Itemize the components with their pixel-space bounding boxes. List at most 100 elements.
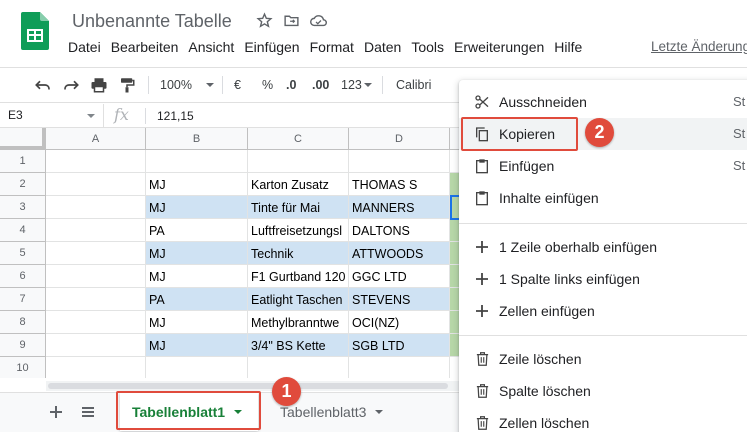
- percent-button[interactable]: %: [262, 68, 273, 102]
- menu-item-einfuegen[interactable]: Einfügen St: [459, 150, 747, 182]
- grid-cell[interactable]: [46, 288, 146, 311]
- redo-icon[interactable]: [62, 68, 80, 102]
- scrollbar-thumb[interactable]: [48, 383, 448, 389]
- menu-datei[interactable]: Datei: [64, 39, 105, 55]
- zoom-select[interactable]: 100%: [160, 68, 214, 102]
- menu-ansicht[interactable]: Ansicht: [184, 39, 238, 55]
- grid-cell[interactable]: GGC LTD: [349, 265, 450, 288]
- row-header[interactable]: 5: [0, 242, 46, 265]
- grid-cell[interactable]: PA: [146, 288, 248, 311]
- column-header[interactable]: B: [146, 128, 248, 150]
- row-header[interactable]: 3: [0, 196, 46, 219]
- menu-hilfe[interactable]: Hilfe: [550, 39, 586, 55]
- all-sheets-button[interactable]: [77, 401, 99, 423]
- row-header[interactable]: 2: [0, 173, 46, 196]
- name-box[interactable]: E3: [0, 104, 104, 127]
- formula-input[interactable]: 121,15: [157, 109, 194, 123]
- menu-item-delete-row[interactable]: Zeile löschen: [459, 343, 747, 375]
- sheet-tab-active[interactable]: Tabellenblatt1: [120, 393, 258, 431]
- menu-item-insert-column-left[interactable]: 1 Spalte links einfügen: [459, 263, 747, 295]
- add-sheet-button[interactable]: [45, 401, 67, 423]
- chevron-down-icon[interactable]: [234, 410, 243, 414]
- menu-item-insert-cells[interactable]: Zellen einfügen: [459, 295, 747, 327]
- grid-cell[interactable]: [248, 357, 349, 378]
- grid-cell[interactable]: [46, 150, 146, 173]
- grid-cell[interactable]: ATTWOODS: [349, 242, 450, 265]
- grid-cell[interactable]: [46, 196, 146, 219]
- grid-cell[interactable]: MJ: [146, 265, 248, 288]
- zoom-value: 100%: [160, 78, 192, 92]
- grid-cell[interactable]: [146, 357, 248, 378]
- column-header[interactable]: A: [46, 128, 146, 150]
- font-select[interactable]: Calibri: [396, 68, 431, 102]
- menu-format[interactable]: Format: [306, 39, 358, 55]
- grid-cell[interactable]: F1 Gurtband 120: [248, 265, 349, 288]
- grid-cell[interactable]: [46, 357, 146, 378]
- row-header[interactable]: 6: [0, 265, 46, 288]
- menu-einfuegen[interactable]: Einfügen: [240, 39, 303, 55]
- grid-cell[interactable]: [146, 150, 248, 173]
- increase-decimal-button[interactable]: .00: [312, 68, 329, 102]
- menu-item-delete-cells[interactable]: Zellen löschen: [459, 407, 747, 432]
- grid-cell[interactable]: SGB LTD: [349, 334, 450, 357]
- chevron-down-icon[interactable]: [375, 410, 384, 414]
- grid-cell[interactable]: STEVENS: [349, 288, 450, 311]
- grid-cell[interactable]: [349, 357, 450, 378]
- currency-button[interactable]: €: [234, 68, 241, 102]
- move-folder-icon[interactable]: [282, 11, 301, 30]
- grid-cell[interactable]: OCI(NZ): [349, 311, 450, 334]
- select-all-corner[interactable]: [0, 128, 46, 150]
- menu-erweiterungen[interactable]: Erweiterungen: [450, 39, 548, 55]
- grid-cell[interactable]: MJ: [146, 196, 248, 219]
- grid-cell[interactable]: THOMAS S: [349, 173, 450, 196]
- sheets-logo-icon[interactable]: [21, 12, 49, 50]
- menu-item-insert-row-above[interactable]: 1 Zeile oberhalb einfügen: [459, 231, 747, 263]
- grid-cell[interactable]: [46, 219, 146, 242]
- grid-cell[interactable]: MJ: [146, 334, 248, 357]
- grid-cell[interactable]: 3/4" BS Kette: [248, 334, 349, 357]
- menu-item-ausschneiden[interactable]: Ausschneiden St: [459, 86, 747, 118]
- grid-cell[interactable]: [46, 265, 146, 288]
- grid-cell[interactable]: [46, 173, 146, 196]
- grid-cell[interactable]: PA: [146, 219, 248, 242]
- paint-format-icon[interactable]: [118, 68, 136, 102]
- grid-cell[interactable]: MJ: [146, 311, 248, 334]
- grid-cell[interactable]: Luftfreisetzungsl: [248, 219, 349, 242]
- row-header[interactable]: 10: [0, 357, 46, 378]
- cloud-status-icon[interactable]: [309, 11, 328, 30]
- decrease-decimal-button[interactable]: .0: [286, 68, 296, 102]
- grid-cell[interactable]: MJ: [146, 242, 248, 265]
- grid-cell[interactable]: DALTONS: [349, 219, 450, 242]
- grid-cell[interactable]: Tinte für Mai: [248, 196, 349, 219]
- star-icon[interactable]: [255, 11, 274, 30]
- menu-daten[interactable]: Daten: [360, 39, 405, 55]
- grid-cell[interactable]: Methylbranntwe: [248, 311, 349, 334]
- column-header[interactable]: C: [248, 128, 349, 150]
- grid-cell[interactable]: [248, 150, 349, 173]
- menu-bearbeiten[interactable]: Bearbeiten: [107, 39, 183, 55]
- row-header[interactable]: 7: [0, 288, 46, 311]
- undo-icon[interactable]: [34, 68, 52, 102]
- last-edit-link[interactable]: Letzte Änderung: [651, 39, 747, 54]
- row-header[interactable]: 8: [0, 311, 46, 334]
- grid-cell[interactable]: [46, 242, 146, 265]
- row-header[interactable]: 4: [0, 219, 46, 242]
- horizontal-scrollbar[interactable]: [46, 381, 466, 391]
- menu-item-inhalte-einfuegen[interactable]: Inhalte einfügen: [459, 182, 747, 214]
- row-header[interactable]: 9: [0, 334, 46, 357]
- grid-cell[interactable]: MJ: [146, 173, 248, 196]
- grid-cell[interactable]: Eatlight Taschen: [248, 288, 349, 311]
- grid-cell[interactable]: [349, 150, 450, 173]
- document-title[interactable]: Unbenannte Tabelle: [72, 11, 232, 32]
- menu-item-delete-column[interactable]: Spalte löschen: [459, 375, 747, 407]
- grid-cell[interactable]: [46, 311, 146, 334]
- print-icon[interactable]: [90, 68, 108, 102]
- more-formats-select[interactable]: 123: [341, 68, 372, 102]
- row-header[interactable]: 1: [0, 150, 46, 173]
- column-header[interactable]: D: [349, 128, 450, 150]
- grid-cell[interactable]: Technik: [248, 242, 349, 265]
- grid-cell[interactable]: Karton Zusatz: [248, 173, 349, 196]
- grid-cell[interactable]: MANNERS: [349, 196, 450, 219]
- grid-cell[interactable]: [46, 334, 146, 357]
- menu-tools[interactable]: Tools: [407, 39, 448, 55]
